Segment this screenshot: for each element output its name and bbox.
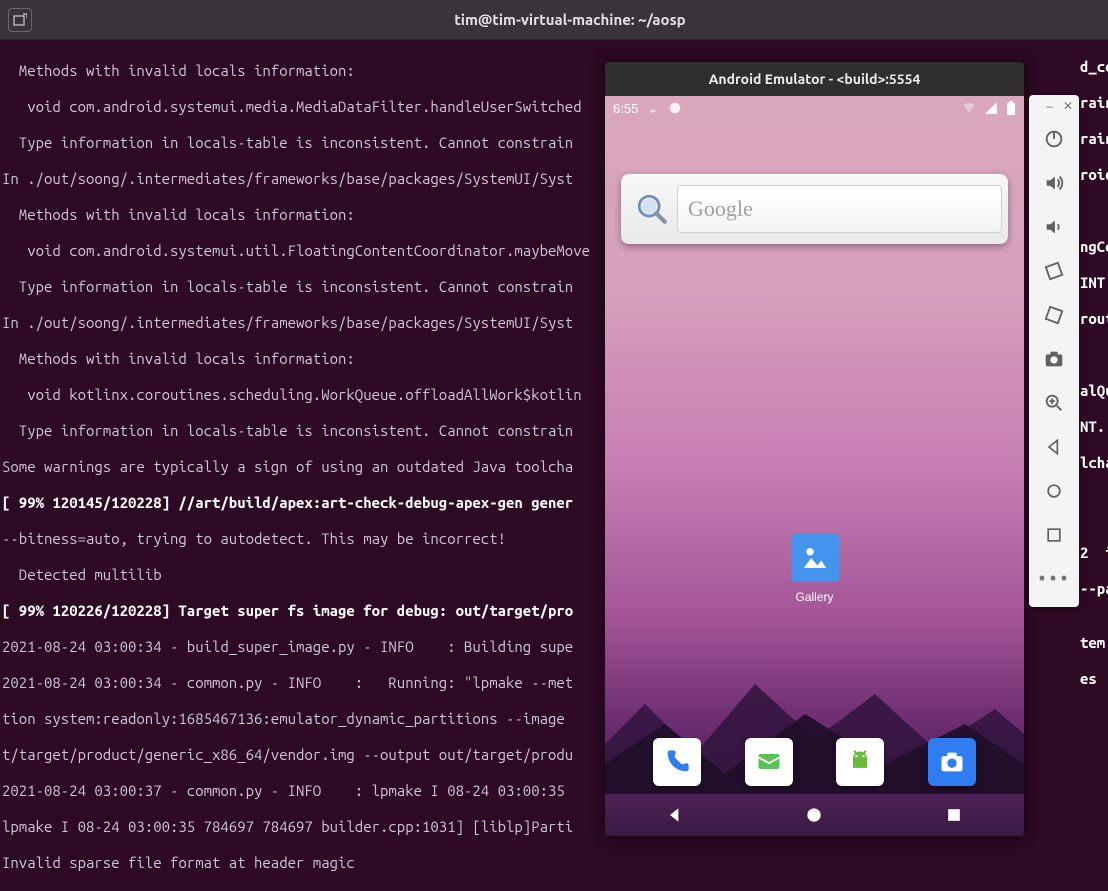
signal-icon — [984, 101, 998, 115]
search-icon — [627, 184, 677, 234]
l: 2021-08-24 03:00:37 - common.py - INFO :… — [2, 782, 573, 799]
close-button[interactable]: ✕ — [1063, 99, 1073, 113]
zoom-button[interactable] — [1032, 381, 1076, 425]
terminal-titlebar: tim@tim-virtual-machine: ~/aosp — [0, 0, 1108, 40]
home-icon — [1044, 481, 1064, 501]
power-button[interactable] — [1032, 117, 1076, 161]
toolbar-window-controls: – ✕ — [1029, 95, 1079, 117]
rotate-right-icon — [1043, 304, 1065, 326]
search-placeholder: Google — [688, 196, 753, 222]
search-input[interactable]: Google — [677, 185, 1002, 233]
rotate-left-button[interactable] — [1032, 249, 1076, 293]
power-icon — [1043, 128, 1065, 150]
nav-recent[interactable] — [944, 805, 964, 825]
l: Target super fs image for debug: out/tar… — [178, 602, 573, 619]
zoom-icon — [1043, 392, 1065, 414]
wifi-weak-icon — [646, 101, 660, 115]
l: Detected multilib — [2, 566, 162, 583]
emulator-title: Android Emulator - <build>:5554 — [605, 62, 1024, 96]
l: //art/build/apex:art-check-debug-apex-ge… — [178, 494, 573, 511]
nav-home[interactable] — [804, 805, 824, 825]
new-tab-button[interactable] — [8, 8, 32, 32]
volume-down-button[interactable] — [1032, 205, 1076, 249]
rightpeek: d_common__S raint INT raint INT roid/sy … — [1080, 40, 1108, 706]
l: void com.android.systemui.util.FloatingC… — [2, 242, 590, 259]
l: t/target/product/generic_x86_64/vendor.i… — [2, 746, 573, 763]
android-icon — [846, 748, 874, 776]
l: Type information in locals-table is inco… — [2, 422, 573, 439]
new-tab-icon — [13, 13, 27, 27]
rotate-right-button[interactable] — [1032, 293, 1076, 337]
android-app[interactable] — [836, 738, 884, 786]
rotate-left-icon — [1043, 260, 1065, 282]
statusbar: 6:55 — [605, 96, 1024, 120]
back-icon — [665, 805, 685, 825]
l: 2021-08-24 03:00:34 - build_super_image.… — [2, 638, 573, 655]
back-button[interactable] — [1032, 425, 1076, 469]
home-button[interactable] — [1032, 469, 1076, 513]
l: Type information in locals-table is inco… — [2, 134, 573, 151]
emulator-screen[interactable]: 6:55 — [605, 96, 1024, 836]
battery-icon — [1006, 101, 1016, 115]
camera-app[interactable] — [928, 738, 976, 786]
messages-app[interactable] — [745, 738, 793, 786]
camera-icon — [938, 748, 966, 776]
l: tion system:readonly:1685467136:emulator… — [2, 710, 573, 727]
l: In ./out/soong/.intermediates/frameworks… — [2, 314, 573, 331]
gallery-app[interactable]: Gallery — [791, 534, 839, 604]
clock: 6:55 — [613, 101, 638, 116]
more-button[interactable]: ••• — [1032, 557, 1076, 601]
volume-up-icon — [1043, 172, 1065, 194]
overview-button[interactable] — [1032, 513, 1076, 557]
l: [ 99% 120145/120228] — [2, 494, 178, 511]
minimize-button[interactable]: – — [1046, 99, 1053, 113]
navbar — [605, 794, 1024, 836]
emulator-toolbar: – ✕ — [1029, 95, 1079, 607]
nav-back[interactable] — [665, 805, 685, 825]
volume-up-button[interactable] — [1032, 161, 1076, 205]
l: Type information in locals-table is inco… — [2, 278, 573, 295]
l: In ./out/soong/.intermediates/frameworks… — [2, 170, 573, 187]
screenshot-button[interactable] — [1032, 337, 1076, 381]
phone-icon — [663, 748, 691, 776]
emulator-window: Android Emulator - <build>:5554 6:55 — [605, 62, 1024, 836]
phone-app[interactable] — [653, 738, 701, 786]
overview-icon — [1044, 525, 1064, 545]
more-icon: ••• — [1038, 570, 1071, 588]
l: Invalid sparse file format at header mag… — [2, 854, 355, 871]
home-icon — [804, 805, 824, 825]
l: Some warnings are typically a sign of us… — [2, 458, 573, 475]
gallery-label: Gallery — [791, 590, 839, 604]
debug-icon — [668, 101, 682, 115]
wifi-icon — [962, 101, 976, 115]
volume-down-icon — [1043, 216, 1065, 238]
recent-icon — [944, 805, 964, 825]
l: --bitness=auto, trying to autodetect. Th… — [2, 530, 506, 547]
messages-icon — [755, 748, 783, 776]
l: lpmake I 08-24 03:00:35 784697 784697 bu… — [2, 818, 573, 835]
l: [ 99% 120226/120228] — [2, 602, 178, 619]
l: Methods with invalid locals information: — [2, 350, 355, 367]
google-search-widget[interactable]: Google — [621, 174, 1008, 244]
dock — [605, 738, 1024, 786]
l: 2021-08-24 03:00:34 - common.py - INFO :… — [2, 674, 573, 691]
l: void kotlinx.coroutines.scheduling.WorkQ… — [2, 386, 582, 403]
camera-icon — [1043, 348, 1065, 370]
l: Methods with invalid locals information: — [2, 206, 355, 223]
window-title: tim@tim-virtual-machine: ~/aosp — [32, 11, 1108, 28]
l: void com.android.systemui.media.MediaDat… — [2, 98, 582, 115]
gallery-icon — [791, 534, 839, 582]
l: Methods with invalid locals information: — [2, 62, 355, 79]
back-icon — [1044, 437, 1064, 457]
